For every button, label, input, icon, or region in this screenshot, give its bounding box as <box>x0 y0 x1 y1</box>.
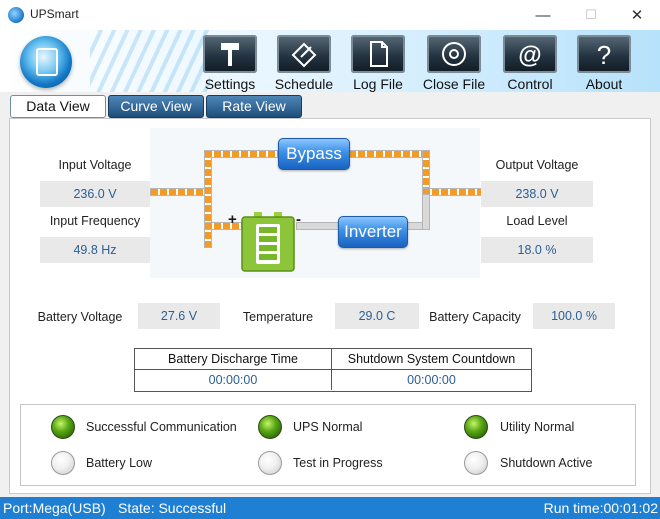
load-level-value: 18.0 % <box>481 237 593 263</box>
input-voltage-label: Input Voltage <box>58 158 132 172</box>
battery-capacity-value: 100.0 % <box>533 303 615 329</box>
output-voltage-label: Output Voltage <box>495 158 579 172</box>
load-level-label: Load Level <box>506 214 568 228</box>
status-indicators: Successful Communication UPS Normal Util… <box>20 404 636 486</box>
input-voltage-value: 236.0 V <box>40 181 150 207</box>
battery-low-led <box>51 451 75 475</box>
output-voltage-value: 238.0 V <box>481 181 593 207</box>
minimize-button[interactable]: — <box>520 0 566 30</box>
schedule-button[interactable]: Schedule <box>275 35 334 92</box>
shutdown-active-led <box>464 451 488 475</box>
question-icon: ? <box>577 35 631 73</box>
shutdown-active-label: Shutdown Active <box>500 456 593 470</box>
settings-button[interactable]: Settings <box>202 35 260 92</box>
status-bar: Port:Mega(USB) State: Successful Run tim… <box>0 497 660 519</box>
app-icon <box>8 7 24 23</box>
about-button[interactable]: ? About <box>576 35 634 92</box>
inverter-riser-wire <box>422 194 430 230</box>
close-file-button[interactable]: Close File <box>423 35 485 92</box>
discharge-time-header: Battery Discharge Time <box>135 349 332 370</box>
test-in-progress-led <box>258 451 282 475</box>
tab-rate-view[interactable]: Rate View <box>206 95 302 118</box>
battery-voltage-label: Battery Voltage <box>37 310 123 324</box>
bypass-indicator: Bypass <box>278 138 350 170</box>
close-file-label: Close File <box>422 76 486 92</box>
input-frequency-label: Input Frequency <box>49 214 141 228</box>
timer-table: Battery Discharge Time Shutdown System C… <box>134 348 532 392</box>
tab-data-view[interactable]: Data View <box>10 95 106 118</box>
connection-state: State: Successful <box>118 500 227 516</box>
temperature-value: 29.0 C <box>335 303 419 329</box>
disc-icon <box>427 35 481 73</box>
control-button[interactable]: @ Control <box>502 35 560 92</box>
power-flow-diagram: Bypass Inverter + - <box>150 128 482 278</box>
at-icon: @ <box>503 35 557 73</box>
schedule-label: Schedule <box>274 76 334 92</box>
battery-plus-sign: + <box>228 211 237 228</box>
utility-normal-label: Utility Normal <box>500 420 575 434</box>
discharge-time-value: 00:00:00 <box>135 370 332 390</box>
control-label: Control <box>507 76 553 92</box>
input-wire <box>150 188 210 196</box>
header-banner: Settings Schedule Log File Close File @ … <box>0 30 660 92</box>
shutdown-countdown-header: Shutdown System Countdown <box>332 349 531 370</box>
run-time: Run time:00:01:02 <box>543 500 658 516</box>
window-title: UPSmart <box>30 7 79 21</box>
hammer-icon <box>203 35 257 73</box>
battery-capacity-label: Battery Capacity <box>429 310 521 324</box>
port-status: Port:Mega(USB) <box>3 500 106 516</box>
battery-minus-sign: - <box>296 211 301 228</box>
battery-low-label: Battery Low <box>86 456 153 470</box>
battery-voltage-value: 27.6 V <box>138 303 220 329</box>
test-in-progress-label: Test in Progress <box>293 456 383 470</box>
close-button[interactable]: ✕ <box>614 0 660 30</box>
ups-normal-label: UPS Normal <box>293 420 363 434</box>
svg-text:?: ? <box>597 40 611 69</box>
ups-normal-led <box>258 415 282 439</box>
svg-text:@: @ <box>518 42 541 69</box>
maximize-button[interactable]: ☐ <box>568 0 614 30</box>
temperature-label: Temperature <box>242 310 314 324</box>
communication-status-label: Successful Communication <box>86 420 237 434</box>
document-icon <box>351 35 405 73</box>
settings-label: Settings <box>204 76 256 92</box>
input-frequency-value: 49.8 Hz <box>40 237 150 263</box>
utility-normal-led <box>464 415 488 439</box>
log-file-label: Log File <box>353 76 403 92</box>
inverter-indicator: Inverter <box>338 216 408 248</box>
left-bus-wire <box>204 150 212 248</box>
output-wire <box>422 188 482 196</box>
about-label: About <box>585 76 623 92</box>
title-bar: UPSmart — ☐ ✕ <box>0 0 660 30</box>
communication-led <box>51 415 75 439</box>
logo-document-icon <box>36 48 58 76</box>
pen-icon <box>277 35 331 73</box>
tab-curve-view[interactable]: Curve View <box>108 95 204 118</box>
shutdown-countdown-value: 00:00:00 <box>407 373 456 387</box>
battery-icon <box>240 212 296 272</box>
log-file-button[interactable]: Log File <box>350 35 408 92</box>
